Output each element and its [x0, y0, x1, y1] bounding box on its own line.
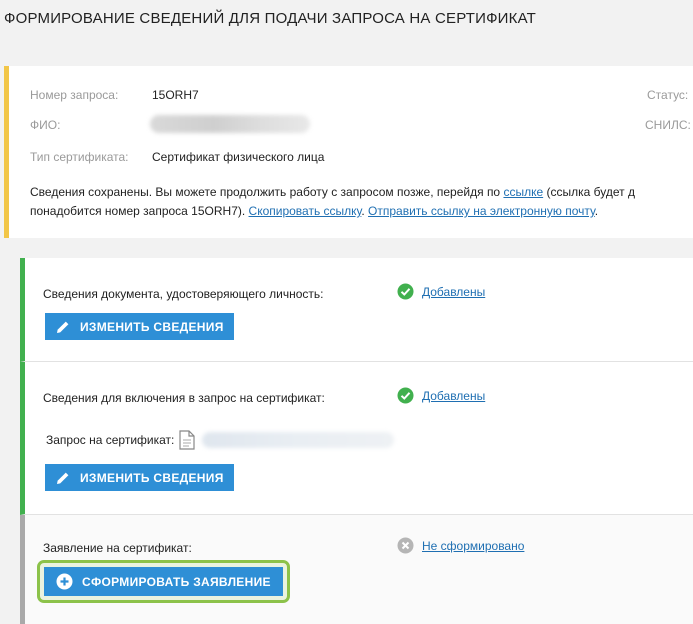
step-request-data: Сведения для включения в запрос на серти… [20, 362, 693, 515]
request-info-panel: Номер запроса: 15ORH7 Статус: ФИО: СНИЛС… [4, 66, 693, 238]
edit-identity-button[interactable]: ИЗМЕНИТЬ СВЕДЕНИЯ [45, 313, 234, 340]
cert-type-label: Тип сертификата: [30, 150, 129, 164]
steps-panel: Сведения документа, удостоверяющего личн… [20, 258, 693, 624]
document-icon [179, 430, 195, 450]
request-file-row: Запрос на сертификат: [46, 430, 395, 450]
request-number-label: Номер запроса: [30, 88, 119, 102]
request-file-label: Запрос на сертификат: [46, 433, 175, 447]
step-status: Добавлены [397, 283, 485, 300]
plus-circle-icon [56, 573, 73, 590]
step-label: Заявление на сертификат: [43, 541, 192, 555]
pencil-icon [57, 472, 69, 484]
fio-value-redacted [150, 115, 310, 133]
fio-row: ФИО: [30, 118, 60, 132]
status-not-formed-link[interactable]: Не сформировано [422, 539, 524, 553]
copy-link[interactable]: Скопировать ссылку [249, 204, 362, 218]
create-application-highlight: СФОРМИРОВАТЬ ЗАЯВЛЕНИЕ [37, 560, 290, 603]
request-link[interactable]: ссылке [503, 185, 543, 199]
step-identity-document: Сведения документа, удостоверяющего личн… [20, 258, 693, 362]
status-label: Статус: [647, 88, 689, 102]
check-circle-icon [397, 283, 414, 300]
step-label: Сведения документа, удостоверяющего личн… [43, 287, 324, 301]
create-application-button[interactable]: СФОРМИРОВАТЬ ЗАЯВЛЕНИЕ [44, 567, 283, 596]
cert-type-value: Сертификат физического лица [152, 150, 325, 164]
pencil-icon [57, 321, 69, 333]
request-number-row: Номер запроса: [30, 88, 118, 102]
step-status: Добавлены [397, 387, 485, 404]
notice-text-2: (ссылка будет д [543, 185, 635, 199]
cert-type-row: Тип сертификата: [30, 150, 129, 164]
button-label: ИЗМЕНИТЬ СВЕДЕНИЯ [80, 319, 224, 334]
saved-notice: Сведения сохранены. Вы можете продолжить… [30, 183, 693, 221]
button-label: СФОРМИРОВАТЬ ЗАЯВЛЕНИЕ [82, 574, 271, 589]
notice-text-1: Сведения сохранены. Вы можете продолжить… [30, 185, 504, 199]
check-circle-icon [397, 387, 414, 404]
page-title: ФОРМИРОВАНИЕ СВЕДЕНИЙ ДЛЯ ПОДАЧИ ЗАПРОСА… [0, 0, 693, 46]
snils-label: СНИЛС: [645, 118, 691, 132]
cross-circle-icon [397, 537, 414, 554]
request-number-value: 15ORH7 [152, 88, 199, 102]
notice-text-5: . [594, 204, 599, 218]
fio-label: ФИО: [30, 118, 61, 132]
button-label: ИЗМЕНИТЬ СВЕДЕНИЯ [80, 470, 224, 485]
request-file-redacted[interactable] [202, 432, 395, 448]
status-row: Статус: [647, 88, 688, 102]
snils-row: СНИЛС: [645, 118, 691, 132]
edit-request-button[interactable]: ИЗМЕНИТЬ СВЕДЕНИЯ [45, 464, 234, 491]
notice-text-3: понадобится номер запроса 15ORH7). [30, 204, 249, 218]
step-label: Сведения для включения в запрос на серти… [43, 391, 325, 405]
step-status: Не сформировано [397, 537, 524, 554]
status-added-link[interactable]: Добавлены [422, 389, 485, 403]
status-added-link[interactable]: Добавлены [422, 285, 485, 299]
cert-type-value-wrap: Сертификат физического лица [152, 150, 324, 164]
send-link-email[interactable]: Отправить ссылку на электронную почту [368, 204, 595, 218]
request-number-value-wrap: 15ORH7 [152, 88, 199, 102]
